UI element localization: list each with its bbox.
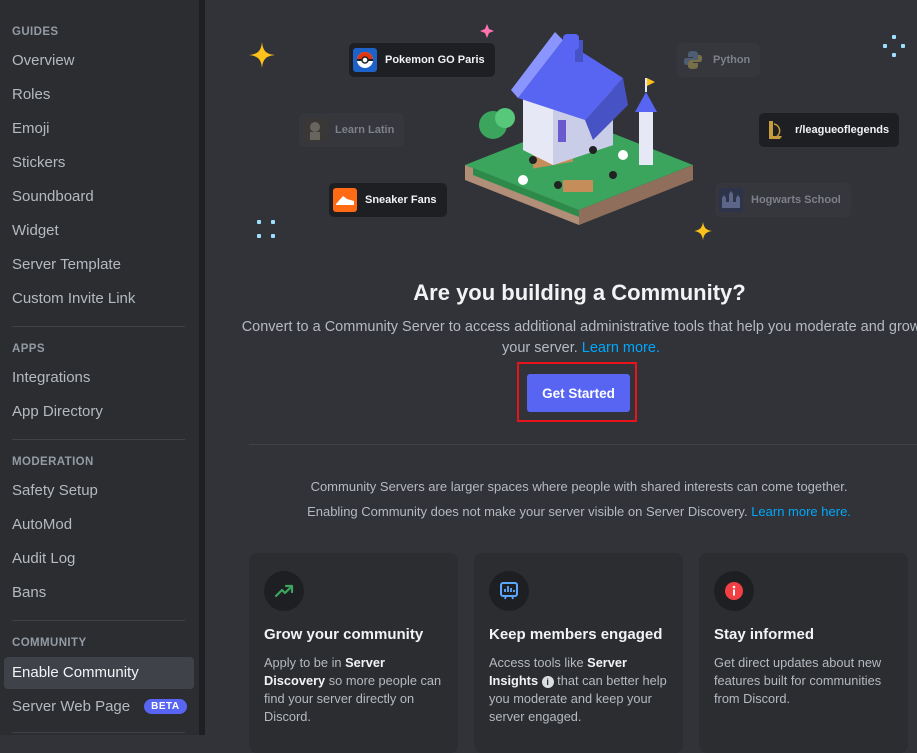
pokeball-icon — [353, 48, 377, 72]
card-icon-wrap — [714, 571, 754, 611]
sidebar-divider — [12, 732, 185, 733]
info-text: Enabling Community does not make your se… — [307, 504, 748, 519]
sneaker-icon — [333, 188, 357, 212]
info-line: Community Servers are larger spaces wher… — [310, 479, 848, 494]
sidebar-item-app-directory[interactable]: App Directory — [4, 396, 194, 428]
league-icon — [769, 121, 782, 139]
castle-icon — [719, 188, 743, 212]
sparkle-icon — [257, 220, 275, 238]
feature-card-grow: Grow your community Apply to be in Serve… — [249, 553, 458, 753]
server-pill-label: Hogwarts School — [751, 194, 841, 206]
sidebar-item-automod[interactable]: AutoMod — [4, 509, 194, 541]
sidebar-item-stickers[interactable]: Stickers — [4, 147, 194, 179]
sidebar-scrollbar[interactable] — [199, 0, 205, 735]
page-subtitle: Convert to a Community Server to access … — [241, 317, 917, 359]
section-header-community: COMMUNITY — [12, 637, 87, 649]
card-text: Apply to be in — [264, 655, 346, 670]
card-body: Apply to be in Server Discovery so more … — [264, 654, 449, 726]
sidebar-item-overview[interactable]: Overview — [4, 45, 194, 77]
server-pill-learn-latin: Learn Latin — [299, 113, 405, 147]
section-header-moderation: MODERATION — [12, 456, 94, 468]
sidebar-item-integrations[interactable]: Integrations — [4, 362, 194, 394]
sidebar-divider — [12, 326, 185, 327]
sidebar-item-server-web-page[interactable]: Server Web Page BETA — [4, 691, 194, 723]
server-pill-sneaker-fans: Sneaker Fans — [329, 183, 447, 217]
server-pill-label: Learn Latin — [335, 124, 395, 136]
sidebar-item-emoji[interactable]: Emoji — [4, 113, 194, 145]
section-header-guides: GUIDES — [12, 26, 59, 38]
sparkle-icon — [249, 42, 275, 68]
feature-card-engaged: Keep members engaged Access tools like S… — [474, 553, 683, 753]
get-started-button[interactable]: Get Started — [527, 374, 630, 412]
card-title: Grow your community — [264, 626, 424, 643]
server-pill-leagueoflegends: r/leagueoflegends — [759, 113, 900, 147]
sidebar-item-bans[interactable]: Bans — [4, 577, 194, 609]
sidebar-item-server-template[interactable]: Server Template — [4, 249, 194, 281]
beta-badge: BETA — [144, 698, 187, 714]
community-house-illustration — [465, 32, 693, 225]
card-icon-wrap — [489, 571, 529, 611]
sidebar-item-safety-setup[interactable]: Safety Setup — [4, 475, 194, 507]
section-header-apps: APPS — [12, 343, 45, 355]
subtitle-text: Convert to a Community Server to access … — [241, 319, 917, 356]
card-body: Access tools like Server Insights i that… — [489, 654, 674, 726]
learn-more-link[interactable]: Learn more. — [582, 340, 660, 356]
sparkle-icon — [694, 222, 712, 240]
card-title: Keep members engaged — [489, 626, 663, 643]
feature-card-informed: Stay informed Get direct updates about n… — [699, 553, 908, 753]
settings-sidebar: GUIDES Overview Roles Emoji Stickers Sou… — [0, 0, 205, 735]
sidebar-item-enable-community[interactable]: Enable Community — [4, 657, 194, 689]
sidebar-item-label: Server Web Page — [12, 698, 131, 715]
info-icon — [725, 582, 743, 600]
insights-icon — [500, 582, 518, 600]
sidebar-item-widget[interactable]: Widget — [4, 215, 194, 247]
server-pill-hogwarts-school: Hogwarts School — [715, 183, 851, 217]
info-line: Enabling Community does not make your se… — [249, 504, 909, 519]
info-icon[interactable]: i — [541, 675, 554, 688]
sidebar-item-audit-log[interactable]: Audit Log — [4, 543, 194, 575]
main-content: Pokemon GO Paris Python Learn Latin r/le… — [211, 0, 917, 753]
card-text: Access tools like — [489, 655, 588, 670]
server-pill-label: r/leagueoflegends — [795, 124, 890, 136]
trending-up-icon — [274, 584, 294, 598]
server-pill-label: Sneaker Fans — [365, 194, 437, 206]
card-title: Stay informed — [714, 626, 815, 643]
statue-icon — [303, 118, 327, 142]
sidebar-item-custom-invite-link[interactable]: Custom Invite Link — [4, 283, 194, 315]
page-title: Are you building a Community? — [413, 280, 746, 305]
card-body: Get direct updates about new features bu… — [714, 655, 882, 706]
sparkle-icon — [883, 35, 905, 57]
sidebar-item-soundboard[interactable]: Soundboard — [4, 181, 194, 213]
card-icon-wrap — [264, 571, 304, 611]
sidebar-divider — [12, 439, 185, 440]
sidebar-item-roles[interactable]: Roles — [4, 79, 194, 111]
server-pill-label: Python — [713, 54, 751, 66]
learn-more-here-link[interactable]: Learn more here. — [751, 504, 851, 519]
section-divider — [249, 444, 917, 445]
sidebar-divider — [12, 620, 185, 621]
